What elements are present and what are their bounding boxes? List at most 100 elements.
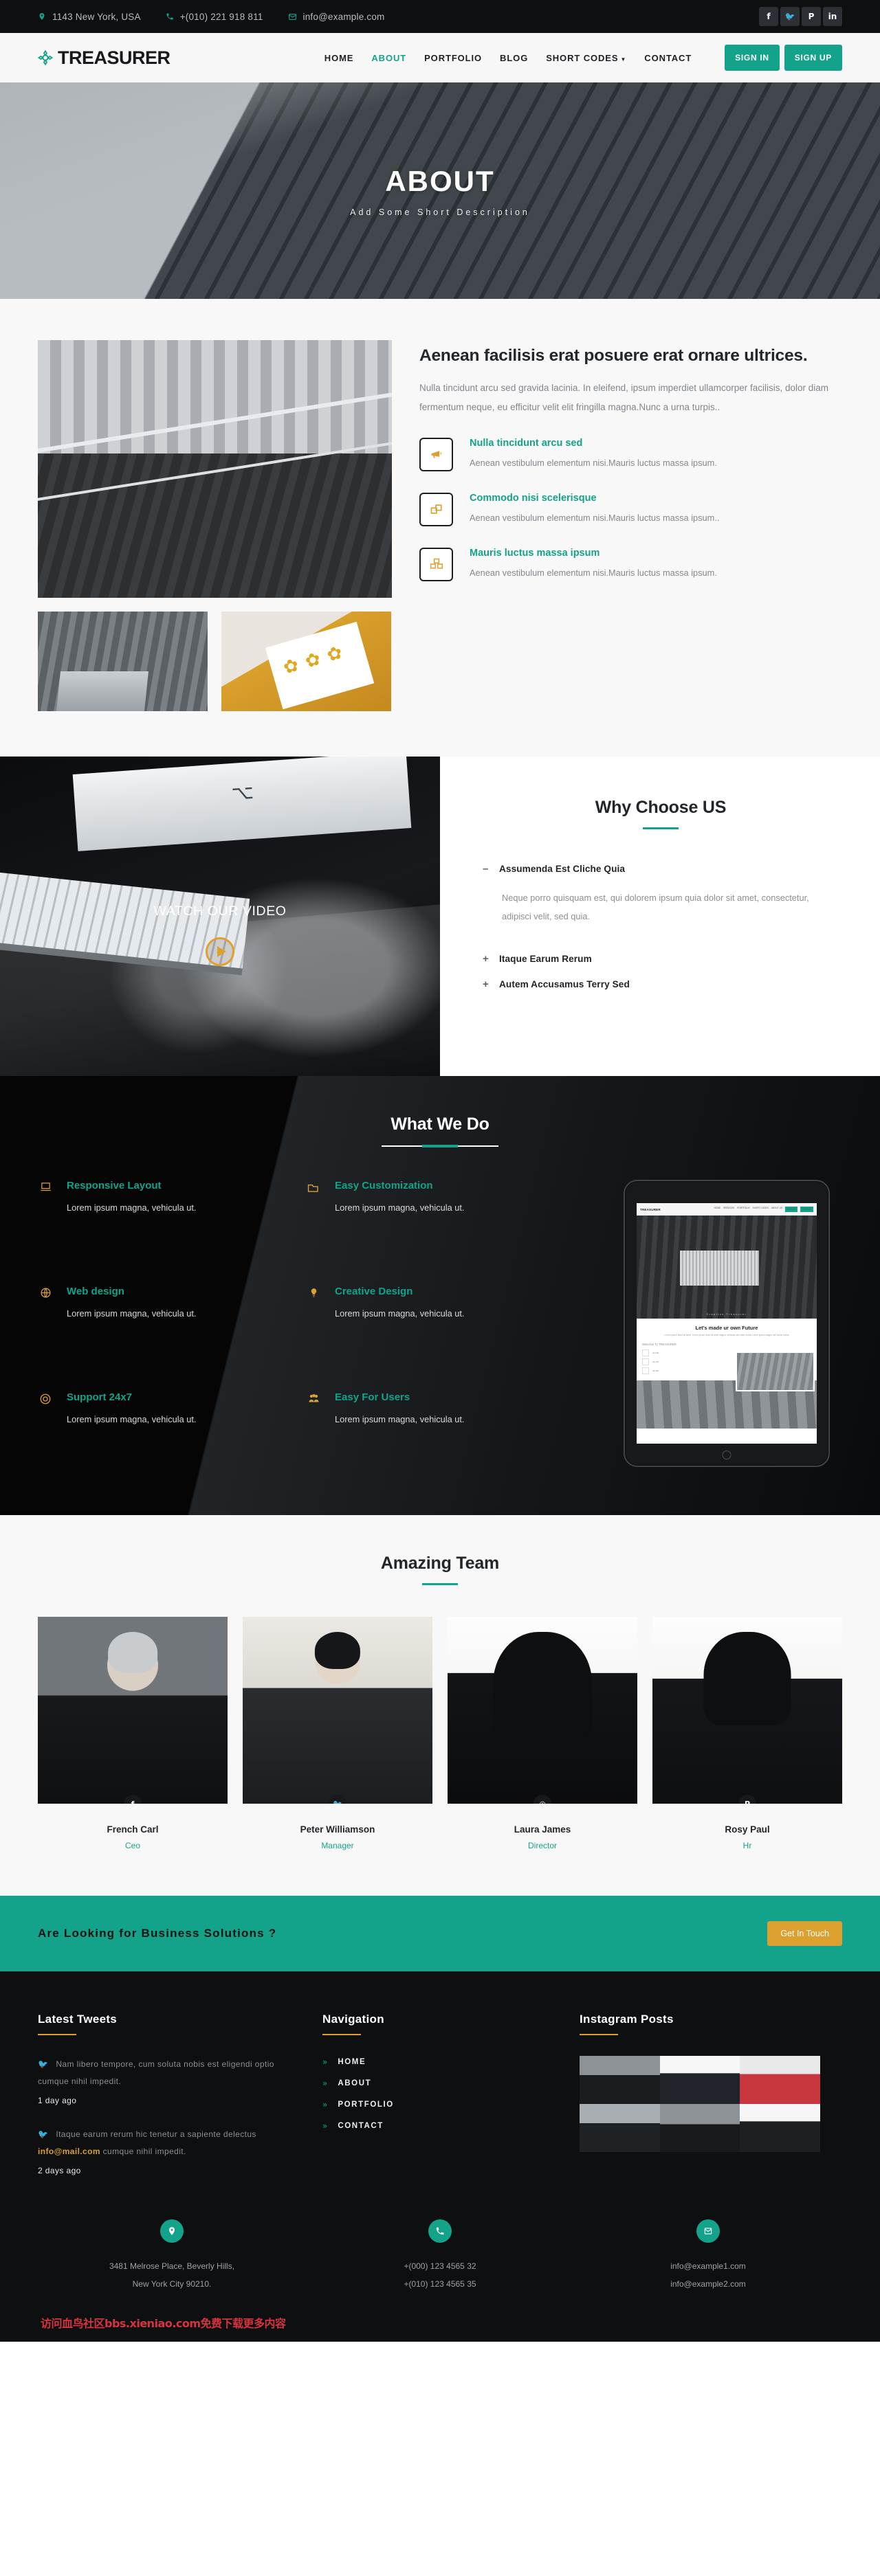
footer-nav-link[interactable]: ABOUT [338,2079,371,2087]
top-bar-email-text: info@example.com [302,11,385,22]
service-item: Support 24x7 Lorem ipsum magna, vehicula… [38,1391,292,1467]
globe-icon [38,1286,53,1361]
pinterest-icon[interactable]: P [802,7,821,26]
logo[interactable]: TREASURER [38,47,170,69]
team-section: Amazing Team f French Carl Ceo 🐦 Peter W… [0,1515,880,1896]
accordion-title: Itaque Earum Rerum [499,953,592,964]
footer-contact-phone: +(000) 123 4565 32 +(010) 123 4565 35 [306,2219,574,2294]
what-we-do-section: What We Do Responsive Layout Lorem ipsum… [0,1076,880,1515]
instagram-post[interactable] [580,2056,660,2104]
team-member: f French Carl Ceo [38,1617,228,1850]
accordion: – Assumenda Est Cliche Quia Neque porro … [483,858,839,995]
chevron-down-icon: ▼ [620,56,627,63]
chevron-right-icon: » [322,2121,328,2131]
about-lead-text: Nulla tincidunt arcu sed gravida lacinia… [419,383,829,412]
tablet-home-button [722,1451,732,1459]
auth-buttons: SIGN IN SIGN UP [725,45,842,71]
team-member: 🐦 Peter Williamson Manager [243,1617,432,1850]
folder-icon [306,1180,321,1255]
footer-contact-row: 3481 Melrose Place, Beverly Hills, New Yo… [38,2219,842,2310]
about-image-secondary-1 [38,612,208,711]
accordion-header[interactable]: – Assumenda Est Cliche Quia [483,858,839,880]
nav-item-contact[interactable]: CONTACT [644,53,692,63]
tweet-link[interactable]: info@mail.com [38,2147,100,2156]
accordion-item: + Autem Accusamus Terry Sed [483,974,839,995]
nav-item-short-codes-label: SHORT CODES [546,52,619,63]
service-text: Lorem ipsum magna, vehicula ut. [67,1414,197,1424]
accordion-body: Neque porro quisquam est, qui dolorem ip… [502,893,809,921]
footer-phone-line-1: +(000) 123 4565 32 [404,2261,476,2272]
accordion-title: Assumenda Est Cliche Quia [499,864,626,874]
tablet-hero-caption: Creative Treasurer [706,1313,747,1316]
footer-tweets-column: Latest Tweets 🐦 Nam libero tempore, cum s… [38,2013,292,2175]
footer-nav-link[interactable]: CONTACT [338,2122,384,2130]
service-title: Easy Customization [335,1180,433,1191]
nav-item-blog[interactable]: BLOG [500,53,528,63]
tweet-text-after: cumque nihil impedit. [100,2146,186,2156]
service-item: Web design Lorem ipsum magna, vehicula u… [38,1286,292,1361]
users-icon [306,1391,321,1467]
team-member-name: Rosy Paul [725,1824,770,1835]
plus-icon: + [483,952,489,965]
sign-in-button[interactable]: SIGN IN [725,45,780,71]
accordion-item: + Itaque Earum Rerum [483,948,839,970]
twitter-icon[interactable]: 🐦 [780,7,800,26]
accordion-header[interactable]: + Autem Accusamus Terry Sed [483,974,839,995]
about-feature-text: Aenean vestibulum elementum nisi.Mauris … [470,512,720,523]
footer-nav-link[interactable]: HOME [338,2058,366,2066]
nav-item-home[interactable]: HOME [324,53,354,63]
instagram-post[interactable] [659,2056,740,2104]
footer-email-line-1: info@example1.com [670,2261,746,2272]
tablet-welcome-text: Welcome To TREASURER [642,1343,676,1347]
nav-item-about[interactable]: ABOUT [371,53,406,63]
get-in-touch-button[interactable]: Get In Touch [767,1921,842,1946]
sign-up-button[interactable]: SIGN UP [784,45,842,71]
about-feature-title: Commodo nisi scelerisque [470,492,597,504]
service-text: Lorem ipsum magna, vehicula ut. [335,1308,465,1319]
top-bar-address: 1143 New York, USA [38,12,141,22]
footer-nav-link[interactable]: PORTFOLIO [338,2101,393,2109]
instagram-post[interactable] [580,2104,660,2152]
page-hero: ABOUT Add Some Short Description [0,82,880,299]
footer-email-line-2: info@example2.com [670,2279,746,2289]
chevron-right-icon: » [322,2079,328,2088]
video-teaser[interactable]: WATCH OUR VIDEO [0,757,440,1076]
section-title: Why Choose US [595,798,727,817]
linkedin-icon[interactable]: in [823,7,842,26]
about-feature-item: Nulla tincidunt arcu sed Aenean vestibul… [419,437,842,472]
why-choose-section: WATCH OUR VIDEO Why Choose US – Assumend… [0,757,880,1076]
footer-address-line-2: New York City 90210. [132,2279,212,2289]
footer-nav-item: » PORTFOLIO [322,2100,549,2109]
section-title: What We Do [390,1115,490,1134]
tablet-overlay-image [736,1352,815,1391]
title-underline [422,1583,458,1585]
facebook-icon[interactable]: f [759,7,778,26]
tweet-text: Itaque earum rerum hic tenetur a sapient… [56,2129,256,2140]
tablet-panel-heading: Let's made ur own Future [695,1325,758,1331]
play-button-icon[interactable] [206,937,234,966]
footer-nav-item: » CONTACT [322,2121,549,2131]
top-bar-contact-items: 1143 New York, USA +(010) 221 918 811 in… [38,12,759,22]
team-member-name: Peter Williamson [300,1824,375,1835]
brand-name: TREASURER [58,47,170,68]
footer-column-title: Navigation [322,2013,384,2026]
instagram-post[interactable] [740,2056,820,2104]
cta-text: Are Looking for Business Solutions ? [38,1927,277,1940]
service-item: Responsive Layout Lorem ipsum magna, veh… [38,1180,292,1255]
nav-item-short-codes[interactable]: SHORT CODES ▼ [546,53,626,63]
about-feature-text: Aenean vestibulum elementum nisi.Mauris … [470,457,717,468]
tweet-timestamp: 1 day ago [38,2096,77,2106]
section-title: Amazing Team [380,1554,500,1573]
instagram-post[interactable] [659,2104,740,2152]
tablet-stat-value: 23,536 [652,1352,659,1355]
accordion-header[interactable]: + Itaque Earum Rerum [483,948,839,970]
top-bar: 1143 New York, USA +(010) 221 918 811 in… [0,0,880,33]
site-footer: Latest Tweets 🐦 Nam libero tempore, cum s… [0,1971,880,2342]
nav-item-portfolio[interactable]: PORTFOLIO [424,53,482,63]
tablet-nav-item: HOME [714,1207,721,1209]
title-underline [382,1145,498,1147]
instagram-post[interactable] [740,2104,820,2152]
team-member-role: Director [527,1841,557,1850]
team-member-photo: ◎ [448,1617,637,1804]
accordion-item: – Assumenda Est Cliche Quia Neque porro … [483,858,839,944]
